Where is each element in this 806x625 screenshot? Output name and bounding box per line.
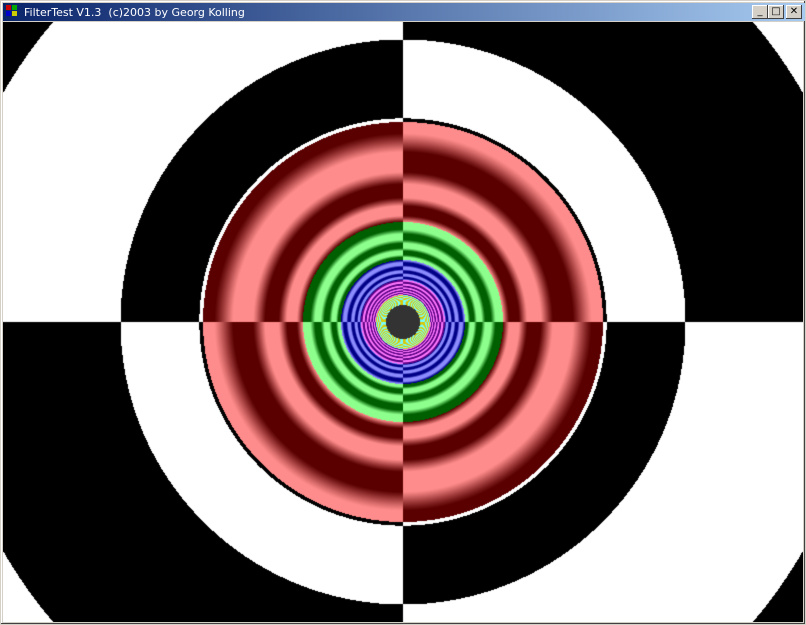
filter-test-canvas bbox=[3, 22, 803, 622]
minimize-button[interactable]: _ bbox=[752, 5, 768, 19]
maximize-button[interactable]: □ bbox=[768, 5, 784, 19]
title-bar[interactable]: FilterTest V1.3 (c)2003 by Georg Kolling… bbox=[3, 3, 805, 21]
close-button[interactable]: ✕ bbox=[786, 5, 802, 19]
app-icon[interactable] bbox=[6, 5, 20, 19]
window-title: FilterTest V1.3 (c)2003 by Georg Kolling bbox=[24, 5, 245, 19]
